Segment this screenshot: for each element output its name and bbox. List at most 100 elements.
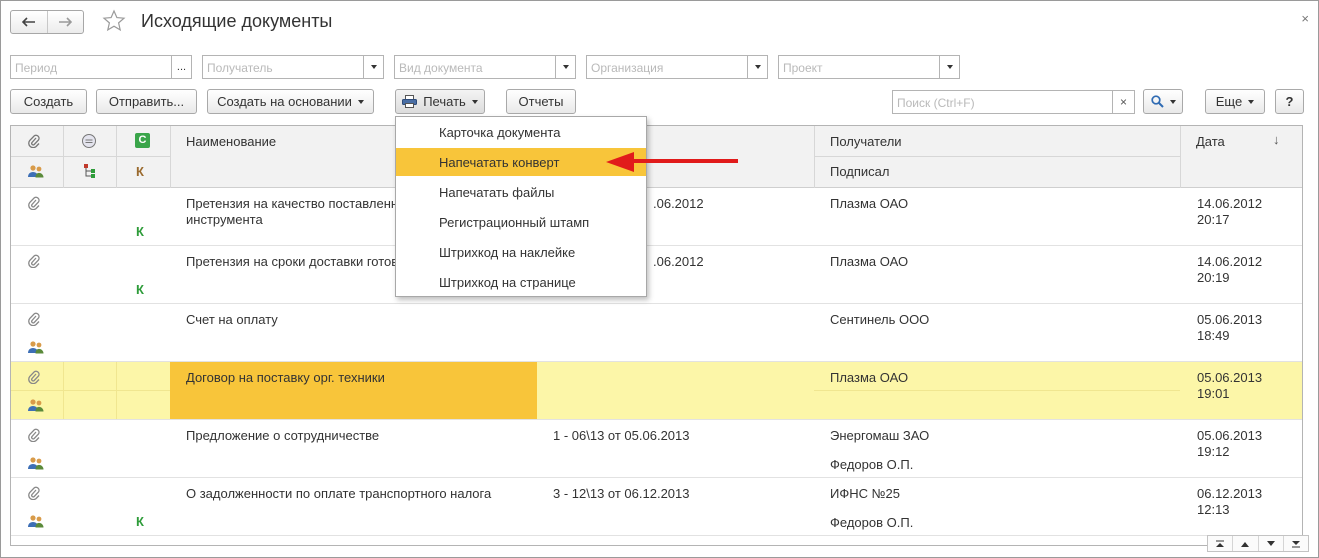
signed-column-header[interactable]: Подписал bbox=[830, 164, 890, 179]
table-row[interactable]: К Претензия на качество поставленн инстр… bbox=[11, 188, 1302, 246]
table-row-selected[interactable]: Договор на поставку орг. техники Плазма … bbox=[11, 362, 1302, 420]
search-icon bbox=[1150, 95, 1164, 108]
chevron-down-icon bbox=[1169, 99, 1176, 104]
date-column-header[interactable]: Дата bbox=[1196, 134, 1225, 149]
back-arrow-icon bbox=[21, 17, 35, 27]
paperclip-icon bbox=[28, 370, 40, 387]
row-time: 19:12 bbox=[1197, 444, 1230, 459]
more-button[interactable]: Еще bbox=[1205, 89, 1265, 114]
paperclip-icon bbox=[28, 486, 40, 503]
k-mark: К bbox=[136, 224, 144, 239]
hierarchy-icon bbox=[84, 164, 95, 178]
table-row[interactable]: Счет на оплату Сентинель ООО 05.06.2013 … bbox=[11, 304, 1302, 362]
row-time: 12:13 bbox=[1197, 502, 1230, 517]
scroll-down-button[interactable] bbox=[1257, 536, 1283, 551]
row-number: 1 - 06\13 от 05.06.2013 bbox=[553, 428, 690, 443]
forward-button[interactable] bbox=[46, 11, 84, 33]
red-pointer-arrow-icon bbox=[606, 152, 738, 172]
chevron-down-icon bbox=[946, 65, 953, 69]
k-column-icon[interactable]: К bbox=[136, 164, 144, 179]
chevron-down-icon bbox=[370, 65, 377, 69]
status-column-icon[interactable] bbox=[81, 133, 97, 152]
create-button[interactable]: Создать bbox=[10, 89, 87, 114]
people-icon bbox=[28, 165, 44, 178]
forward-arrow-icon bbox=[59, 17, 73, 27]
chevron-down-icon bbox=[1248, 99, 1255, 104]
favorite-star-button[interactable] bbox=[102, 9, 126, 36]
row-name-continued: инструмента bbox=[186, 212, 263, 227]
attachment-column-icon[interactable] bbox=[28, 134, 40, 151]
header-divider bbox=[11, 156, 170, 157]
row-number: 3 - 12\13 от 06.12.2013 bbox=[553, 486, 690, 501]
hierarchy-column-icon[interactable] bbox=[83, 163, 97, 182]
row-date: 06.12.2013 bbox=[1197, 486, 1263, 501]
reports-button-label: Отчеты bbox=[518, 94, 564, 109]
recipient-filter[interactable]: Получатель bbox=[202, 55, 384, 79]
reports-button[interactable]: Отчеты bbox=[506, 89, 576, 114]
organization-input[interactable]: Организация bbox=[587, 56, 747, 78]
menu-item-barcode-sticker[interactable]: Штрихкод на наклейке bbox=[396, 238, 646, 266]
project-input[interactable]: Проект bbox=[779, 56, 939, 78]
period-select-button[interactable]: ... bbox=[171, 56, 191, 78]
people-icon bbox=[27, 340, 45, 357]
table-row[interactable]: Предложение о сотрудничестве 1 - 06\13 о… bbox=[11, 420, 1302, 478]
doc-type-dropdown-button[interactable] bbox=[555, 56, 575, 78]
star-icon bbox=[102, 9, 126, 32]
chevron-down-icon bbox=[754, 65, 761, 69]
organization-dropdown-button[interactable] bbox=[747, 56, 767, 78]
c-column-icon[interactable]: С bbox=[135, 133, 150, 148]
search-field[interactable]: Поиск (Ctrl+F) × bbox=[892, 90, 1135, 114]
row-date: 14.06.2012 bbox=[1197, 196, 1263, 211]
recipients-column-header[interactable]: Получатели bbox=[830, 134, 902, 149]
column-separator bbox=[116, 126, 117, 188]
period-filter[interactable]: Период ... bbox=[10, 55, 192, 79]
list-navigation bbox=[1207, 535, 1309, 552]
search-input[interactable]: Поиск (Ctrl+F) bbox=[893, 91, 1112, 113]
organization-filter[interactable]: Организация bbox=[586, 55, 768, 79]
row-name: Претензия на сроки доставки готов bbox=[186, 254, 399, 269]
search-options-button[interactable] bbox=[1143, 89, 1183, 114]
project-filter[interactable]: Проект bbox=[778, 55, 960, 79]
print-button-label: Печать bbox=[423, 94, 466, 109]
menu-item-print-files[interactable]: Напечатать файлы bbox=[396, 178, 646, 206]
menu-item-registration-stamp[interactable]: Регистрационный штамп bbox=[396, 208, 646, 236]
create-based-on-label: Создать на основании bbox=[217, 94, 352, 109]
scroll-to-bottom-button[interactable] bbox=[1282, 536, 1308, 551]
printer-icon bbox=[402, 95, 418, 108]
print-button[interactable]: Печать bbox=[395, 89, 485, 114]
recipients-group-column-icon[interactable] bbox=[27, 164, 45, 181]
close-icon[interactable]: × bbox=[1301, 11, 1309, 26]
row-recipient: Энергомаш ЗАО bbox=[830, 428, 930, 443]
people-icon bbox=[27, 456, 45, 473]
row-date: 05.06.2013 bbox=[1197, 428, 1263, 443]
row-time: 20:19 bbox=[1197, 270, 1230, 285]
chevron-down-icon bbox=[1266, 540, 1275, 546]
scroll-to-top-button[interactable] bbox=[1208, 536, 1232, 551]
search-clear-icon[interactable]: × bbox=[1112, 91, 1134, 113]
project-dropdown-button[interactable] bbox=[939, 56, 959, 78]
row-time: 20:17 bbox=[1197, 212, 1230, 227]
back-button[interactable] bbox=[11, 11, 47, 33]
row-number: .06.2012 bbox=[653, 254, 704, 269]
scroll-up-button[interactable] bbox=[1232, 536, 1257, 551]
name-column-header[interactable]: Наименование bbox=[186, 134, 276, 149]
row-time: 19:01 bbox=[1197, 386, 1230, 401]
help-button[interactable]: ? bbox=[1275, 89, 1304, 114]
period-input[interactable]: Период bbox=[11, 56, 171, 78]
chevron-down-icon bbox=[471, 99, 478, 104]
doc-type-filter[interactable]: Вид документа bbox=[394, 55, 576, 79]
row-recipient: Плазма ОАО bbox=[830, 370, 909, 385]
table-row[interactable]: К Претензия на сроки доставки готов .06.… bbox=[11, 246, 1302, 304]
people-icon bbox=[27, 514, 45, 531]
row-date: 14.06.2012 bbox=[1197, 254, 1263, 269]
recipient-dropdown-button[interactable] bbox=[363, 56, 383, 78]
k-mark: К bbox=[136, 514, 144, 529]
doc-type-input[interactable]: Вид документа bbox=[395, 56, 555, 78]
create-based-on-button[interactable]: Создать на основании bbox=[207, 89, 374, 114]
send-button[interactable]: Отправить... bbox=[96, 89, 197, 114]
header-divider bbox=[814, 156, 1180, 157]
menu-item-document-card[interactable]: Карточка документа bbox=[396, 118, 646, 146]
table-row[interactable]: К О задолженности по оплате транспортног… bbox=[11, 478, 1302, 536]
recipient-input[interactable]: Получатель bbox=[203, 56, 363, 78]
menu-item-barcode-page[interactable]: Штрихкод на странице bbox=[396, 268, 646, 296]
